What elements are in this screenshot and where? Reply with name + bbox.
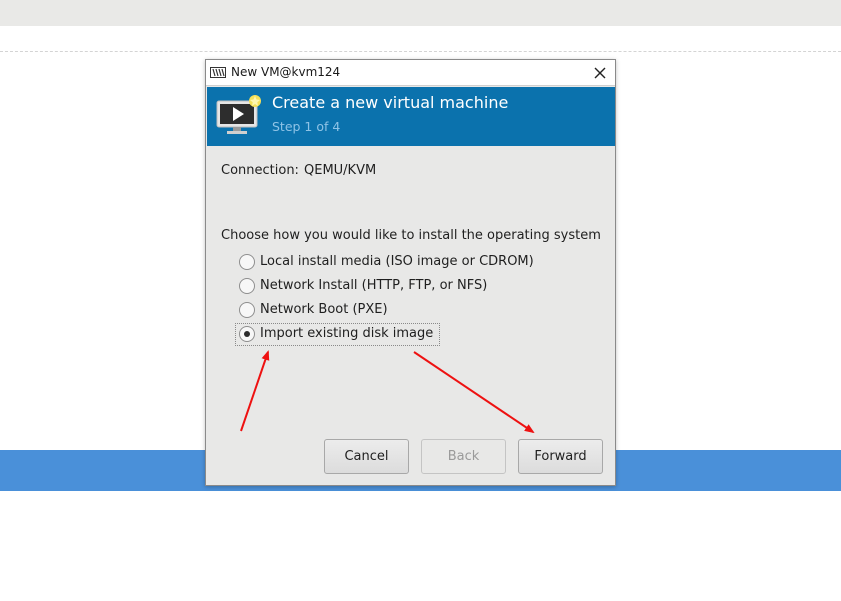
window-title: New VM@kvm124 [231, 65, 341, 79]
close-icon[interactable] [591, 64, 609, 82]
window-titlebar: New VM@kvm124 [206, 60, 615, 86]
back-button[interactable]: Back [421, 439, 506, 474]
cancel-button[interactable]: Cancel [324, 439, 409, 474]
new-vm-dialog: New VM@kvm124 Create a new virtual machi… [205, 59, 616, 486]
radio-label: Import existing disk image [260, 326, 434, 341]
radio-button[interactable] [239, 254, 255, 270]
background-divider [0, 51, 841, 52]
radio-button-selected[interactable] [239, 326, 255, 342]
wizard-title: Create a new virtual machine [272, 93, 509, 112]
connection-value: QEMU/KVM [304, 163, 377, 178]
radio-button[interactable] [239, 278, 255, 294]
radio-label: Network Boot (PXE) [260, 302, 388, 317]
connection-label: Connection: [221, 163, 299, 178]
virt-manager-icon [210, 67, 226, 78]
radio-label: Network Install (HTTP, FTP, or NFS) [260, 278, 488, 293]
forward-button[interactable]: Forward [518, 439, 603, 474]
vm-monitor-icon [216, 95, 261, 134]
install-method-prompt: Choose how you would like to install the… [221, 228, 601, 243]
radio-button[interactable] [239, 302, 255, 318]
wizard-step: Step 1 of 4 [272, 119, 341, 134]
radio-label: Local install media (ISO image or CDROM) [260, 254, 534, 269]
background-top-bar [0, 0, 841, 26]
wizard-header: Create a new virtual machine Step 1 of 4 [207, 87, 615, 146]
